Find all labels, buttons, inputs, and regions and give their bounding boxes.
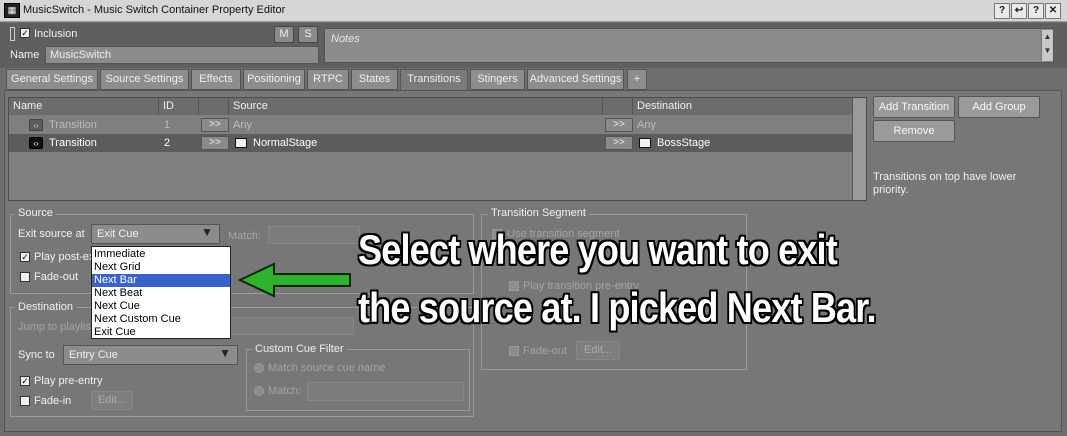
- tab-rtpc[interactable]: RTPC: [307, 69, 349, 90]
- tab-positioning[interactable]: Positioning: [243, 69, 305, 90]
- music-segment-icon: [235, 138, 247, 148]
- table-row[interactable]: ‹› Transition 2 >> NormalStage >> BossSt…: [9, 134, 854, 152]
- segment-fade-out-checkbox[interactable]: [509, 346, 519, 356]
- custom-cue-filter-title: Custom Cue Filter: [252, 343, 347, 355]
- notes-scrollbar[interactable]: ▲ ▼: [1041, 30, 1053, 61]
- tab-source-settings[interactable]: Source Settings: [100, 69, 189, 90]
- column-blank-2: [603, 98, 633, 115]
- add-transition-button[interactable]: Add Transition: [873, 96, 955, 118]
- exit-source-options: Immediate Next Grid Next Bar Next Beat N…: [91, 246, 231, 339]
- transition-icon: ‹›: [29, 119, 43, 131]
- match-label: Match:: [228, 230, 262, 242]
- exit-source-value: Exit Cue: [97, 228, 139, 240]
- column-id[interactable]: ID: [159, 98, 199, 115]
- transition-segment-title: Transition Segment: [488, 207, 589, 219]
- play-pre-entry-label: Play pre-entry: [34, 375, 103, 387]
- transitions-table: Name ID Source Destination ‹› Transition…: [8, 97, 867, 201]
- annotation-line-1: Select where you want to exit: [358, 226, 838, 273]
- tab-advanced-settings[interactable]: Advanced Settings: [527, 69, 624, 90]
- remove-button[interactable]: Remove: [873, 120, 955, 142]
- add-group-button[interactable]: Add Group: [958, 96, 1040, 118]
- source-picker-button[interactable]: >>: [201, 136, 229, 150]
- row-id: 1: [164, 119, 171, 131]
- annotation-line-2: the source at. I picked Next Bar.: [358, 284, 876, 331]
- tab-stingers[interactable]: Stingers: [470, 69, 525, 90]
- help-context-icon[interactable]: ?: [1028, 3, 1044, 19]
- inclusion-label: Inclusion: [34, 28, 78, 40]
- match-source-label: Match source cue name: [268, 362, 386, 374]
- mute-button[interactable]: M: [274, 26, 294, 43]
- window-title: MusicSwitch - Music Switch Container Pro…: [23, 4, 286, 16]
- grip-icon: [10, 27, 15, 41]
- close-icon[interactable]: ✕: [1045, 3, 1061, 19]
- help-icon[interactable]: ?: [994, 3, 1010, 19]
- fade-out-checkbox[interactable]: [20, 272, 30, 282]
- exit-source-label: Exit source at: [18, 228, 85, 240]
- row-destination: Any: [637, 119, 656, 131]
- sync-to-dropdown[interactable]: Entry Cue ▼: [63, 345, 238, 365]
- segment-fade-out-label: Fade-out: [523, 345, 568, 357]
- table-row[interactable]: ‹› Transition 1 >> Any >> Any: [9, 116, 854, 134]
- row-destination: BossStage: [657, 137, 711, 149]
- inclusion-checkbox[interactable]: ✓: [20, 28, 30, 38]
- option-next-bar[interactable]: Next Bar: [92, 274, 230, 287]
- option-exit-cue[interactable]: Exit Cue: [92, 326, 230, 339]
- cue-match-label: Match:: [268, 385, 302, 397]
- transition-icon: ‹›: [29, 137, 43, 149]
- tab-transitions[interactable]: Transitions: [400, 69, 468, 91]
- option-next-grid[interactable]: Next Grid: [92, 261, 230, 274]
- tab-states[interactable]: States: [351, 69, 398, 90]
- source-group-title: Source: [15, 207, 56, 219]
- match-source-radio[interactable]: [254, 363, 264, 373]
- custom-cue-filter-group: [246, 349, 470, 411]
- option-next-custom-cue[interactable]: Next Custom Cue: [92, 313, 230, 326]
- chevron-down-icon: ▼: [219, 346, 231, 360]
- option-next-beat[interactable]: Next Beat: [92, 287, 230, 300]
- tab-effects[interactable]: Effects: [191, 69, 241, 90]
- cue-match-field[interactable]: [307, 382, 464, 401]
- tab-add[interactable]: +: [627, 69, 647, 90]
- destination-picker-button[interactable]: >>: [605, 118, 633, 132]
- fade-in-label: Fade-in: [34, 395, 72, 407]
- annotation-arrow: [237, 262, 351, 298]
- playlist-item-field[interactable]: [230, 317, 354, 335]
- play-pre-entry-checkbox[interactable]: ✓: [20, 376, 30, 386]
- exit-source-dropdown[interactable]: Exit Cue ▼: [91, 224, 220, 244]
- match-radio[interactable]: [254, 386, 264, 396]
- dock-icon[interactable]: ↩: [1011, 3, 1027, 19]
- name-field[interactable]: MusicSwitch: [45, 46, 319, 64]
- tab-general-settings[interactable]: General Settings: [6, 69, 98, 90]
- table-scrollbar[interactable]: [852, 98, 866, 200]
- column-blank-1: [199, 98, 229, 115]
- name-label: Name: [10, 49, 40, 61]
- sync-to-value: Entry Cue: [69, 349, 118, 361]
- fade-out-label: Fade-out: [34, 271, 79, 283]
- row-source: Any: [233, 119, 252, 131]
- fade-in-checkbox[interactable]: [20, 396, 30, 406]
- source-picker-button[interactable]: >>: [201, 118, 229, 132]
- destination-group-title: Destination: [15, 301, 77, 313]
- option-next-cue[interactable]: Next Cue: [92, 300, 230, 313]
- priority-hint: Transitions on top have lower priority.: [873, 171, 1017, 196]
- column-source[interactable]: Source: [229, 98, 603, 115]
- match-field[interactable]: [268, 226, 360, 244]
- segment-edit-button[interactable]: Edit...: [576, 341, 620, 360]
- row-source: NormalStage: [253, 137, 318, 149]
- fade-in-edit-button[interactable]: Edit...: [91, 391, 133, 410]
- destination-picker-button[interactable]: >>: [605, 136, 633, 150]
- sync-to-label: Sync to: [18, 349, 55, 361]
- row-id: 2: [164, 137, 171, 149]
- play-post-exit-checkbox[interactable]: ✓: [20, 252, 30, 262]
- notes-field[interactable]: Notes: [324, 28, 1054, 63]
- row-name: Transition: [49, 119, 97, 131]
- column-name[interactable]: Name: [9, 98, 159, 115]
- music-segment-icon: [639, 138, 651, 148]
- chevron-down-icon: ▼: [201, 225, 213, 239]
- option-immediate[interactable]: Immediate: [92, 248, 230, 261]
- title-bar: ▦ MusicSwitch - Music Switch Container P…: [0, 0, 1067, 22]
- solo-button[interactable]: S: [298, 26, 318, 43]
- column-destination[interactable]: Destination: [633, 98, 854, 115]
- wwise-icon: ▦: [4, 3, 20, 18]
- row-name: Transition: [49, 137, 97, 149]
